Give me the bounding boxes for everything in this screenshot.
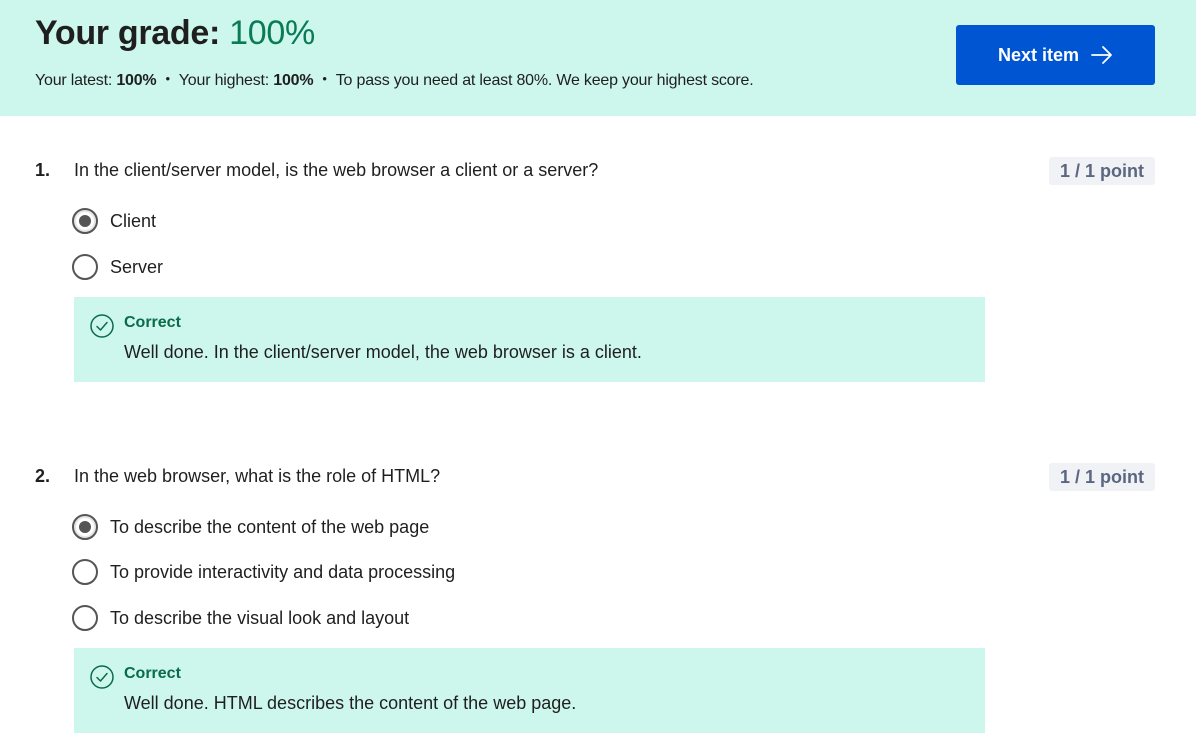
option-label: To describe the visual look and layout [110,607,410,628]
question-text: In the client/server model, is the web b… [74,160,599,180]
feedback-correct: Correct Well done. In the client/server … [74,297,985,382]
radio-button[interactable] [72,605,98,631]
option-describe-content[interactable]: To describe the content of the web page [72,513,429,541]
arrow-right-icon [1091,45,1113,65]
latest-value: 100% [116,72,157,89]
option-label: To provide interactivity and data proces… [110,561,456,582]
option-interactivity[interactable]: To provide interactivity and data proces… [72,558,455,586]
option-client[interactable]: Client [72,207,156,235]
feedback-status: Correct [124,314,181,331]
separator-dot: • [165,71,170,86]
separator-dot: • [322,71,327,86]
grade-summary: Your latest: 100% • Your highest: 100% • To … [35,71,754,90]
option-label: To describe the content of the web page [110,516,430,537]
radio-button-selected[interactable] [72,514,98,540]
feedback-status: Correct [124,665,181,682]
radio-button[interactable] [72,559,98,585]
grade-heading: Your grade: 100% [35,14,315,53]
option-visual-look[interactable]: To describe the visual look and layout [72,604,409,632]
feedback-correct: Correct Well done. HTML describes the co… [74,648,985,733]
check-circle-icon [90,665,114,694]
question-text: In the web browser, what is the role of … [74,466,441,486]
radio-button-selected[interactable] [72,208,98,234]
pass-requirement-text: To pass you need at least 80%. We keep y… [335,72,754,89]
option-label: Client [110,210,157,231]
next-item-label: Next item [997,44,1080,65]
radio-button[interactable] [72,254,98,280]
grade-banner: Your grade: 100% Your latest: 100% • Your … [0,0,1196,116]
highest-value: 100% [273,72,314,89]
points-badge: 1 / 1 point [1049,157,1155,185]
grade-value: 100% [229,14,315,52]
highest-label: Your highest: [178,72,274,89]
feedback-text: Well done. In the client/server model, t… [124,342,642,362]
points-badge: 1 / 1 point [1049,463,1155,491]
feedback-text: Well done. HTML describes the content of… [124,693,577,713]
check-circle-icon [90,314,114,343]
question-number: 1. [35,160,51,180]
latest-label: Your latest: [35,72,117,89]
next-item-button[interactable]: Next item [956,25,1155,85]
option-label: Server [110,256,164,277]
question-number: 2. [35,466,51,486]
grade-label: Your grade: [35,14,230,52]
option-server[interactable]: Server [72,253,163,281]
